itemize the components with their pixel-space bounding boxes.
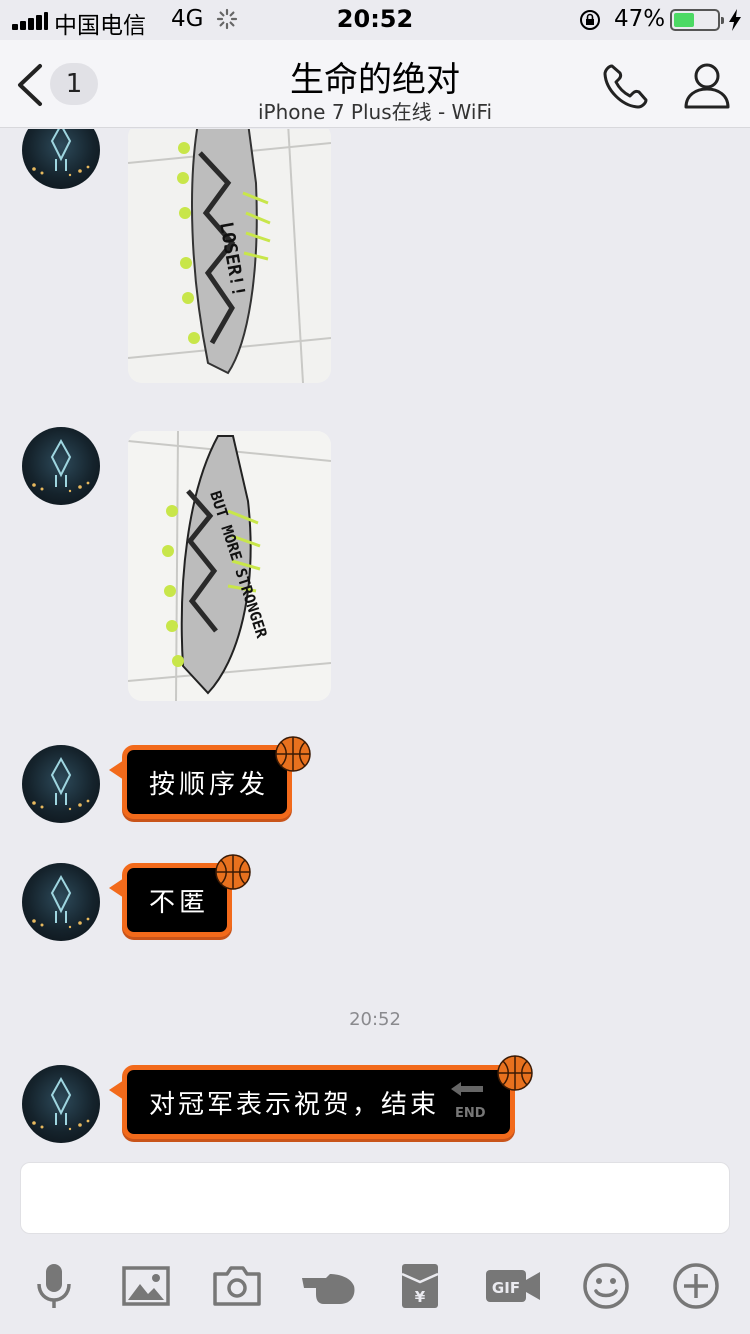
hand-icon[interactable] (300, 1260, 358, 1312)
phone-call-icon[interactable] (600, 60, 652, 112)
image-message-shoe-stronger[interactable]: BUT MORE STRONGER (128, 431, 331, 701)
battery-icon (670, 9, 724, 31)
message-timestamp: 20:52 (349, 1009, 401, 1030)
microphone-icon[interactable] (28, 1260, 80, 1312)
battery-percent: 47% (614, 6, 666, 32)
end-label: END (455, 1106, 486, 1121)
red-packet-icon[interactable]: ¥ (394, 1260, 446, 1312)
contact-avatar[interactable] (22, 427, 100, 505)
contact-avatar[interactable] (22, 129, 100, 189)
chat-header: 1 生命的绝对 iPhone 7 Plus在线 - WiFi (0, 40, 750, 128)
contact-avatar[interactable] (22, 745, 100, 823)
status-bar: 中国电信 4G 20:52 47% (0, 0, 750, 40)
charging-bolt-icon (729, 9, 741, 31)
svg-text:GIF: GIF (492, 1279, 520, 1297)
contact-profile-icon[interactable] (682, 60, 732, 112)
message-input[interactable] (20, 1162, 730, 1234)
text-message-bubble[interactable]: 对冠军表示祝贺，结束 END (109, 1065, 515, 1139)
contact-avatar[interactable] (22, 863, 100, 941)
text-message-bubble[interactable]: 按顺序发 (109, 745, 292, 819)
message-text: 不匿 (149, 888, 210, 918)
basketball-icon (275, 736, 311, 772)
end-arrow-icon (451, 1082, 483, 1096)
contact-avatar[interactable] (22, 1065, 100, 1143)
message-text: 按顺序发 (149, 770, 270, 800)
image-icon[interactable] (120, 1260, 172, 1312)
message-list[interactable]: LOSER!! BUT MORE STRONGER 按顺序发 不匿 20:52 … (0, 129, 750, 1159)
input-toolbar: ¥ GIF (0, 1244, 750, 1334)
svg-text:¥: ¥ (415, 1288, 426, 1306)
message-text: 对冠军表示祝贺，结束 (149, 1090, 440, 1120)
orientation-lock-icon (580, 10, 600, 30)
plus-icon[interactable] (670, 1260, 722, 1312)
emoji-icon[interactable] (580, 1260, 632, 1312)
basketball-icon (215, 854, 251, 890)
gif-icon[interactable]: GIF (484, 1260, 542, 1312)
image-message-shoe-loser[interactable]: LOSER!! (128, 129, 331, 383)
basketball-icon (497, 1055, 533, 1091)
camera-icon[interactable] (211, 1260, 263, 1312)
